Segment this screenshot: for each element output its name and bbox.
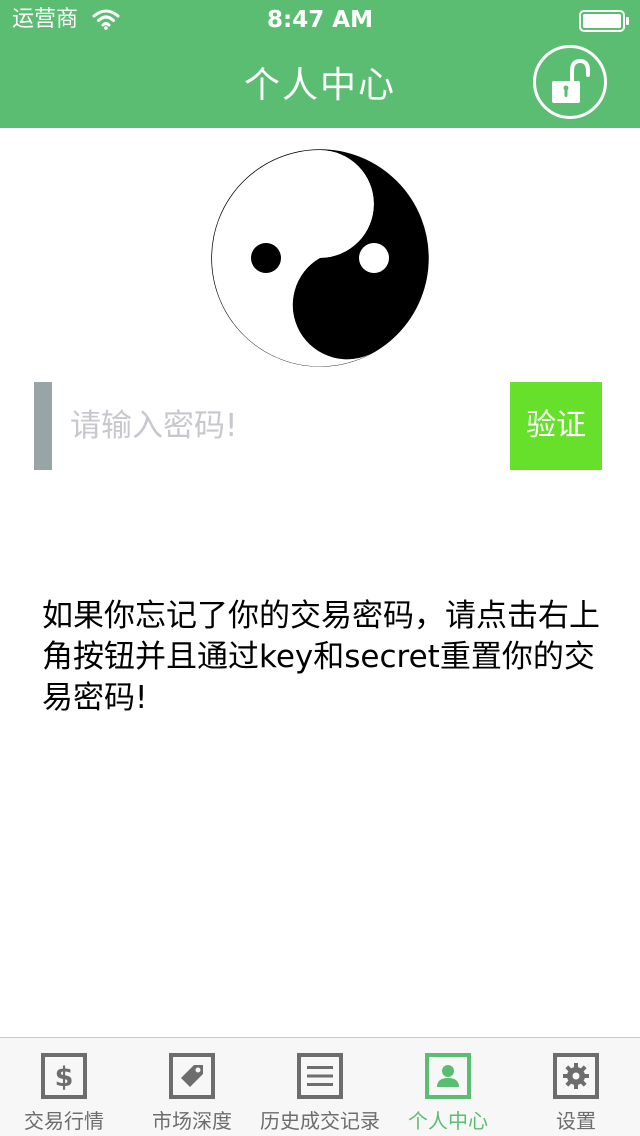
header-bar: 运营商 8:47 AM 个人中心 <box>0 0 640 128</box>
tab-label: 交易行情 <box>24 1109 104 1133</box>
list-icon <box>297 1053 343 1099</box>
password-row: 验证 <box>34 382 602 470</box>
battery-icon <box>579 10 631 32</box>
tab-label: 个人中心 <box>408 1109 488 1133</box>
user-icon <box>425 1053 471 1099</box>
gear-icon <box>553 1053 599 1099</box>
tab-label: 市场深度 <box>152 1109 232 1133</box>
tab-market-quotes[interactable]: $ 交易行情 <box>0 1038 128 1136</box>
input-accent-bar <box>34 382 52 470</box>
tab-label: 设置 <box>556 1109 596 1133</box>
tag-icon <box>169 1053 215 1099</box>
tab-trade-history[interactable]: 历史成交记录 <box>256 1038 384 1136</box>
status-time: 8:47 AM <box>267 7 373 33</box>
verify-button[interactable]: 验证 <box>510 382 602 470</box>
forgot-password-hint: 如果你忘记了你的交易密码，请点击右上角按钮并且通过key和secret重置你的交… <box>42 598 600 716</box>
tab-bar: $ 交易行情 市场深度 历史成交记录 个人中心 设置 <box>0 1037 640 1136</box>
svg-text:$: $ <box>55 1062 74 1093</box>
dollar-icon: $ <box>41 1053 87 1099</box>
tab-settings[interactable]: 设置 <box>512 1038 640 1136</box>
password-input[interactable] <box>52 382 510 470</box>
yin-yang-icon <box>210 148 430 368</box>
unlock-button[interactable] <box>533 45 607 119</box>
tab-personal-center[interactable]: 个人中心 <box>384 1038 512 1136</box>
unlock-icon <box>552 58 590 103</box>
tab-market-depth[interactable]: 市场深度 <box>128 1038 256 1136</box>
status-bar: 运营商 8:47 AM <box>0 0 640 40</box>
tab-label: 历史成交记录 <box>260 1109 380 1133</box>
